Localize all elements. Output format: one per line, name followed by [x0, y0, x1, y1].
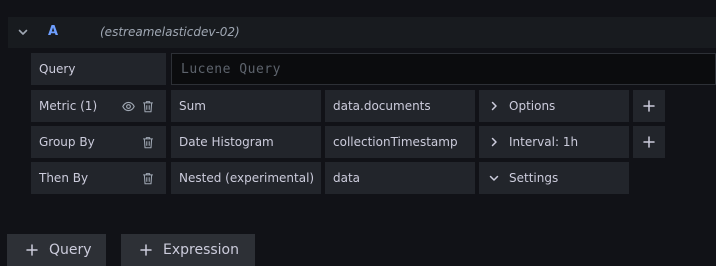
add-metric-button[interactable] [633, 90, 665, 122]
plus-icon [643, 97, 655, 116]
then-by-settings-toggle[interactable]: Settings [479, 162, 629, 194]
metric-options-toggle[interactable]: Options [479, 90, 629, 122]
query-row-header: A (estreamelasticdev-02) [8, 17, 716, 48]
group-by-label-text: Group By [39, 135, 95, 149]
then-by-field-value: data [333, 171, 361, 185]
group-by-field-select[interactable]: collectionTimestamp [325, 126, 475, 158]
metric-type-value: Sum [179, 99, 206, 113]
query-label-text: Query [39, 62, 76, 76]
plus-icon [139, 243, 153, 257]
trash-icon[interactable] [141, 171, 155, 185]
datasource-name: (estreamelasticdev-02) [100, 25, 240, 39]
group-by-interval-toggle[interactable]: Interval: 1h [479, 126, 629, 158]
query-ref-id[interactable]: A [48, 24, 58, 39]
query-label: Query [31, 53, 166, 85]
group-by-type-select[interactable]: Date Histogram [171, 126, 321, 158]
add-expression-label: Expression [163, 242, 239, 258]
trash-icon[interactable] [141, 99, 155, 113]
metric-field-value: data.documents [333, 99, 431, 113]
add-group-by-button[interactable] [633, 126, 665, 158]
then-by-field-select[interactable]: data [325, 162, 475, 194]
trash-icon[interactable] [141, 135, 155, 149]
chevron-right-icon [487, 135, 501, 149]
group-by-field-value: collectionTimestamp [333, 135, 458, 149]
then-by-settings-label: Settings [509, 171, 559, 185]
lucene-query-input[interactable]: Lucene Query [171, 53, 716, 85]
eye-icon[interactable] [121, 99, 135, 113]
chevron-down-icon [487, 171, 501, 185]
metric-type-select[interactable]: Sum [171, 90, 321, 122]
metric-label-text: Metric (1) [39, 99, 98, 113]
then-by-label-text: Then By [39, 171, 89, 185]
metric-field-select[interactable]: data.documents [325, 90, 475, 122]
then-by-type-value: Nested (experimental) [179, 171, 315, 185]
plus-icon [643, 133, 655, 152]
add-query-label: Query [49, 242, 92, 258]
metric-options-label: Options [509, 99, 556, 113]
add-query-button[interactable]: Query [7, 234, 106, 266]
group-by-interval-label: Interval: 1h [509, 135, 579, 149]
plus-icon [25, 243, 39, 257]
chevron-down-icon[interactable] [16, 25, 30, 39]
then-by-type-select[interactable]: Nested (experimental) [171, 162, 321, 194]
group-by-type-value: Date Histogram [179, 135, 274, 149]
add-expression-button[interactable]: Expression [121, 234, 255, 266]
lucene-query-placeholder: Lucene Query [181, 61, 281, 77]
chevron-right-icon [487, 99, 501, 113]
